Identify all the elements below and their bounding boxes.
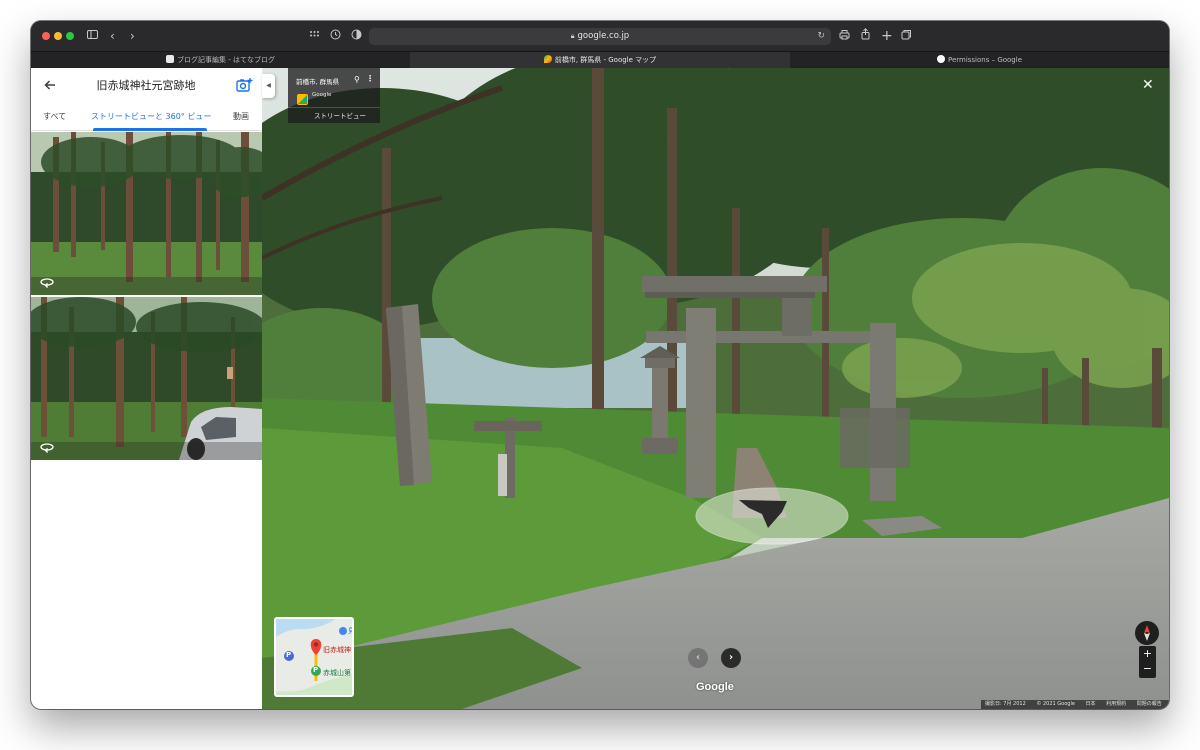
location-card: 前橋市, 群馬県 ⚲ ⋮ Google ストリートビュー bbox=[288, 68, 380, 123]
panel-tab-bar: すべて ストリートビューと 360° ビュー 動画 bbox=[31, 103, 262, 131]
sidebar-icon[interactable] bbox=[87, 28, 98, 44]
terms-link[interactable]: 利用規約 bbox=[1106, 701, 1126, 707]
capture-date: 撮影日: 7月 2012 bbox=[985, 701, 1026, 707]
tab-title: ブログ記事編集 - はてなブログ bbox=[177, 56, 275, 64]
tab-bar: ブログ記事編集 - はてなブログ 前橋市, 群馬県 - Google マップ P… bbox=[31, 51, 1169, 68]
forward-icon[interactable]: › bbox=[130, 28, 135, 44]
grid-icon[interactable] bbox=[309, 28, 320, 44]
place-title: 旧赤城神社元宮跡地 bbox=[96, 79, 196, 92]
panel-header: 旧赤城神社元宮跡地 bbox=[31, 68, 262, 103]
card-divider bbox=[288, 107, 380, 108]
shield-icon[interactable] bbox=[351, 28, 362, 44]
street-view-scene bbox=[262, 68, 1169, 709]
minimap[interactable]: 旧赤城神 赤城山第 P P 見 bbox=[274, 617, 354, 697]
minimap-pin-label: 旧赤城神 bbox=[323, 646, 351, 654]
street-view-label: ストリートビュー bbox=[314, 112, 366, 120]
share-icon[interactable] bbox=[860, 28, 871, 44]
history-icon[interactable] bbox=[330, 28, 341, 44]
arrow-left-icon[interactable] bbox=[41, 76, 59, 94]
hatena-favicon bbox=[166, 55, 174, 63]
next-photo-button[interactable]: › bbox=[721, 648, 741, 668]
address-bar[interactable]: 🔒︎ google.co.jp ↻ bbox=[369, 28, 831, 45]
region-link[interactable]: 日本 bbox=[1086, 701, 1096, 707]
tab-all[interactable]: すべて bbox=[43, 103, 66, 131]
tab-videos[interactable]: 動画 bbox=[233, 103, 249, 131]
close-icon[interactable]: ✕ bbox=[1142, 78, 1154, 92]
desktop: ‹ › 🔒︎google.co.jp ↻ + ブログ記事編集 - はてなブログ bbox=[0, 0, 1200, 750]
google-contributor-icon bbox=[297, 90, 308, 105]
panorama-icon bbox=[40, 443, 54, 453]
collapse-panel-button[interactable]: ◀ bbox=[262, 74, 275, 98]
add-photo-icon[interactable] bbox=[235, 77, 253, 94]
zoom-in-button[interactable]: + bbox=[1139, 647, 1156, 661]
tab-hatena-blog[interactable]: ブログ記事編集 - はてなブログ bbox=[31, 52, 410, 68]
report-problem-link[interactable]: 問題の報告 bbox=[1137, 701, 1162, 707]
panorama-icon bbox=[40, 278, 54, 288]
selected-tab-indicator bbox=[93, 128, 207, 131]
tab-title: 前橋市, 群馬県 - Google マップ bbox=[554, 56, 657, 64]
lock-icon: 🔒︎ bbox=[570, 32, 575, 40]
tab-street-view-360[interactable]: ストリートビューと 360° ビュー bbox=[91, 103, 211, 131]
pin-icon[interactable]: ⚲ bbox=[354, 75, 360, 84]
zoom-control: + − bbox=[1139, 646, 1156, 678]
parking-icon: P bbox=[286, 651, 292, 659]
maps-favicon bbox=[543, 55, 552, 63]
tab-google-maps[interactable]: 前橋市, 群馬県 - Google マップ bbox=[410, 52, 790, 68]
street-view[interactable]: 前橋市, 群馬県 ⚲ ⋮ Google ストリートビュー ✕ 旧赤城神 赤城山第… bbox=[262, 68, 1169, 709]
browser-window: ‹ › 🔒︎google.co.jp ↻ + ブログ記事編集 - はてなブログ bbox=[31, 21, 1169, 709]
compass-icon[interactable] bbox=[1135, 621, 1159, 645]
previous-photo-button[interactable]: ‹ bbox=[688, 648, 708, 668]
photo-thumbnail-1[interactable] bbox=[31, 132, 262, 295]
attribution-footer: 撮影日: 7月 2012 © 2021 Google 日本 利用規約 問題の報告 bbox=[981, 700, 1169, 709]
contributor-name: Google bbox=[312, 92, 332, 98]
minimap-edge-label: 見 bbox=[348, 626, 352, 636]
minimize-window-button[interactable] bbox=[54, 32, 62, 40]
close-window-button[interactable] bbox=[42, 32, 50, 40]
google-watermark: Google bbox=[696, 681, 734, 693]
parking-icon: P bbox=[313, 666, 319, 674]
google-favicon bbox=[936, 55, 945, 63]
tabs-overview-icon[interactable] bbox=[901, 28, 912, 44]
url-text: google.co.jp bbox=[577, 31, 630, 41]
back-icon[interactable]: ‹ bbox=[110, 28, 115, 44]
location-label: 前橋市, 群馬県 bbox=[296, 78, 340, 86]
browser-toolbar: ‹ › 🔒︎ google.co.jp ↻ + bbox=[31, 21, 1169, 51]
zoom-window-button[interactable] bbox=[66, 32, 74, 40]
reload-icon[interactable]: ↻ bbox=[817, 28, 825, 45]
minimap-place-label: 赤城山第 bbox=[323, 669, 351, 677]
new-tab-icon[interactable]: + bbox=[881, 28, 893, 44]
photo-thumbnail-2[interactable] bbox=[31, 297, 262, 460]
zoom-out-button[interactable]: − bbox=[1139, 662, 1156, 676]
copyright: © 2021 Google bbox=[1036, 701, 1075, 707]
photo-panel: 旧赤城神社元宮跡地 すべて ストリートビューと 360° ビュー 動画 bbox=[31, 68, 262, 709]
more-icon[interactable]: ⋮ bbox=[366, 74, 374, 83]
print-icon[interactable] bbox=[839, 28, 850, 44]
tab-permissions[interactable]: Permissions – Google bbox=[790, 52, 1169, 68]
tab-title: Permissions – Google bbox=[947, 56, 1023, 64]
